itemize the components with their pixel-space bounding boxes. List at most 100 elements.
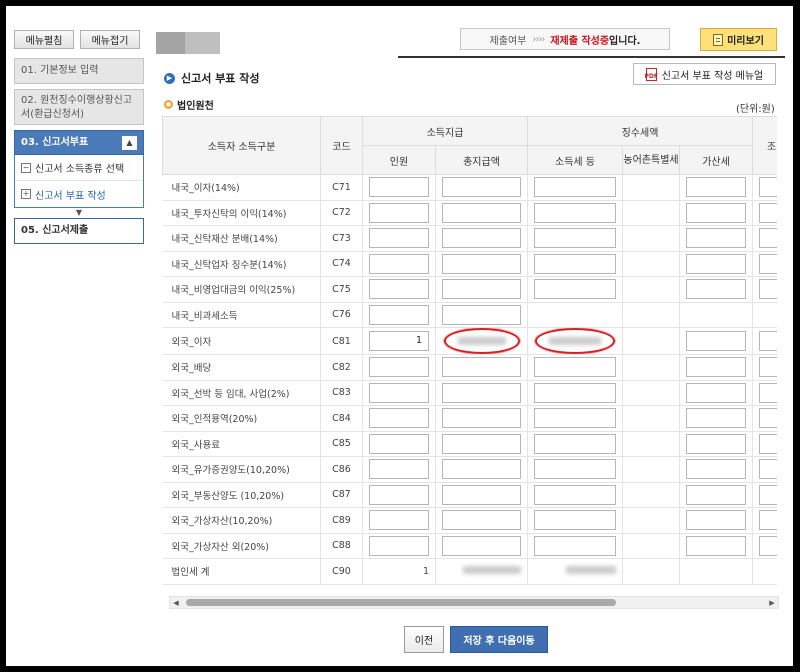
people-input[interactable] <box>369 357 429 378</box>
income-tax-input[interactable] <box>534 510 616 531</box>
income-tax-input[interactable] <box>534 535 616 556</box>
next-col-input[interactable] <box>759 253 777 274</box>
add-tax-input[interactable] <box>686 253 747 274</box>
add-tax-input[interactable] <box>686 535 747 556</box>
income-tax-input[interactable] <box>534 228 616 249</box>
step-withholding-report[interactable]: 02. 원천징수이행상황신고서(환급신청서) <box>14 89 144 125</box>
next-col-input[interactable] <box>759 357 777 378</box>
total-pay-cell <box>435 507 528 534</box>
add-tax-input[interactable] <box>686 331 747 351</box>
save-next-button[interactable]: 저장 후 다음이동 <box>450 626 548 653</box>
status-suffix: 입니다. <box>609 35 641 47</box>
income-tax-input[interactable] <box>534 408 616 429</box>
next-col-input[interactable] <box>759 228 777 249</box>
step-basic-info[interactable]: 01. 기본정보 입력 <box>14 58 144 84</box>
add-tax-input[interactable] <box>686 510 747 531</box>
income-tax-input[interactable] <box>534 484 616 505</box>
rural-tax-cell <box>622 225 680 252</box>
add-tax-input[interactable] <box>686 382 747 403</box>
row-code: C76 <box>320 302 363 328</box>
add-tax-input[interactable] <box>686 228 747 249</box>
submenu-select-income-type[interactable]: − 신고서 소득종류 선택 <box>15 155 143 181</box>
people-input[interactable] <box>369 253 429 274</box>
people-input[interactable] <box>369 535 429 556</box>
total-pay-input[interactable] <box>442 433 521 454</box>
people-cell <box>362 380 436 406</box>
income-tax-input[interactable] <box>534 279 616 300</box>
next-col-input[interactable] <box>759 433 777 454</box>
next-col-input[interactable] <box>759 484 777 505</box>
income-tax-input[interactable] <box>534 459 616 480</box>
next-col-input[interactable] <box>759 408 777 429</box>
people-input[interactable] <box>369 304 429 325</box>
manual-button[interactable]: PDF 신고서 부표 작성 메뉴얼 <box>633 63 776 85</box>
next-col-input[interactable] <box>759 510 777 531</box>
total-pay-input[interactable] <box>442 510 521 531</box>
people-input[interactable] <box>369 202 429 223</box>
table-row: 내국_이자(14%) C71 <box>162 174 777 201</box>
people-input[interactable] <box>369 228 429 249</box>
total-pay-input[interactable] <box>442 459 521 480</box>
people-input[interactable]: 1 <box>369 331 429 351</box>
total-pay-input[interactable] <box>442 484 521 505</box>
preview-button[interactable]: 미리보기 <box>700 28 777 51</box>
next-col-cell <box>752 507 777 534</box>
total-pay-input[interactable] <box>442 253 521 274</box>
scrollbar-thumb[interactable] <box>186 599 616 606</box>
total-pay-input[interactable] <box>442 382 521 403</box>
total-pay-input[interactable] <box>442 408 521 429</box>
next-col-input[interactable] <box>759 331 777 351</box>
next-col-input[interactable] <box>759 459 777 480</box>
add-tax-input[interactable] <box>686 484 747 505</box>
people-input[interactable] <box>369 279 429 300</box>
submenu-write-attachment[interactable]: + 신고서 부표 작성 <box>15 181 143 207</box>
people-input[interactable] <box>369 484 429 505</box>
next-col-input[interactable] <box>759 202 777 223</box>
people-input[interactable] <box>369 177 429 198</box>
horizontal-scrollbar[interactable]: ◀ ▶ <box>169 596 779 609</box>
income-tax-input[interactable] <box>534 382 616 403</box>
total-pay-input[interactable] <box>442 535 521 556</box>
total-pay-input[interactable] <box>442 357 521 378</box>
people-input[interactable] <box>369 510 429 531</box>
scroll-right-icon[interactable]: ▶ <box>766 597 778 608</box>
total-pay-input[interactable] <box>442 177 521 198</box>
expand-all-button[interactable]: 메뉴펼침 <box>14 30 74 49</box>
total-pay-input[interactable] <box>442 202 521 223</box>
total-pay-input[interactable] <box>442 228 521 249</box>
total-pay-input[interactable] <box>442 279 521 300</box>
next-col-cell <box>752 174 777 201</box>
add-tax-input[interactable] <box>686 408 747 429</box>
scroll-left-icon[interactable]: ◀ <box>170 597 182 608</box>
total-pay-input[interactable] <box>442 304 521 325</box>
next-col-input[interactable] <box>759 382 777 403</box>
people-input[interactable] <box>369 433 429 454</box>
people-input[interactable] <box>369 408 429 429</box>
income-tax-input[interactable] <box>534 177 616 198</box>
add-tax-input[interactable] <box>686 459 747 480</box>
add-tax-input[interactable] <box>686 177 747 198</box>
step-attachment[interactable]: 03. 신고서부표 ▲ <box>14 130 144 155</box>
add-tax-input[interactable] <box>686 279 747 300</box>
add-tax-input[interactable] <box>686 202 747 223</box>
add-tax-cell <box>678 456 753 483</box>
add-tax-input[interactable] <box>686 433 747 454</box>
chevron-up-icon[interactable]: ▲ <box>122 135 137 150</box>
people-input[interactable] <box>369 459 429 480</box>
income-tax-input[interactable] <box>534 202 616 223</box>
next-col-input[interactable] <box>759 177 777 198</box>
collapse-all-button[interactable]: 메뉴접기 <box>80 30 140 49</box>
income-tax-input[interactable] <box>534 433 616 454</box>
income-tax-cell <box>527 174 623 201</box>
income-tax-input[interactable] <box>534 253 616 274</box>
rural-tax-cell <box>622 456 680 483</box>
rural-tax-cell <box>622 380 680 406</box>
add-tax-input[interactable] <box>686 357 747 378</box>
next-col-input[interactable] <box>759 279 777 300</box>
step-submit[interactable]: 05. 신고서제출 <box>14 218 144 244</box>
prev-button[interactable]: 이전 <box>404 626 444 653</box>
income-tax-input[interactable] <box>534 357 616 378</box>
people-input[interactable] <box>369 382 429 403</box>
next-col-input[interactable] <box>759 535 777 556</box>
add-tax-cell <box>678 507 753 534</box>
